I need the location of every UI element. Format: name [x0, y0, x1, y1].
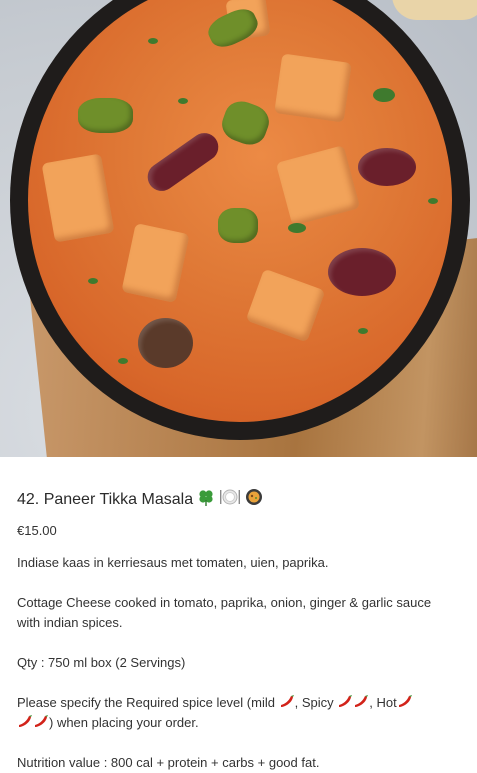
product-image	[0, 0, 477, 457]
plate-icon	[219, 488, 241, 511]
curry-bowl-icon	[245, 488, 263, 511]
chili-pepper-icon	[353, 695, 369, 709]
product-price: €15.00	[17, 523, 57, 538]
chili-pepper-icon	[17, 715, 33, 729]
product-title: 42. Paneer Tikka Masala	[17, 488, 263, 511]
spice-level-note: Please specify the Required spice level …	[17, 693, 462, 733]
chili-pepper-icon	[279, 695, 295, 709]
quantity-text: Qty : 750 ml box (2 Servings)	[17, 655, 186, 670]
chili-pepper-icon	[397, 695, 413, 709]
description-english: Cottage Cheese cooked in tomato, paprika…	[17, 595, 432, 630]
product-name: 42. Paneer Tikka Masala	[17, 490, 194, 508]
nutrition-text: Nutrition value : 800 cal + protein + ca…	[17, 755, 320, 770]
clover-icon	[197, 488, 215, 511]
chili-pepper-icon	[337, 695, 353, 709]
chili-pepper-icon	[33, 715, 49, 729]
description-dutch: Indiase kaas in kerriesaus met tomaten, …	[17, 555, 329, 570]
naan-bread	[392, 0, 477, 20]
